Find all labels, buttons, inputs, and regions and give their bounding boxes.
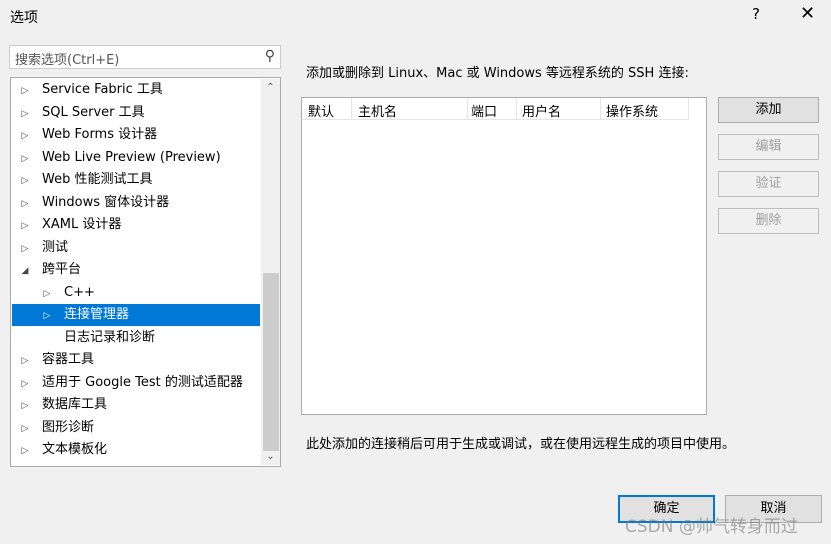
collapsed-arrow-icon[interactable]: ▷ (18, 80, 32, 102)
verify-button[interactable]: 验证 (718, 171, 819, 197)
description-text: 添加或删除到 Linux、Mac 或 Windows 等远程系统的 SSH 连接… (306, 66, 689, 81)
tree-item[interactable]: ▷ Windows 窗体设计器 (12, 192, 260, 214)
collapsed-arrow-icon[interactable]: ▷ (18, 440, 32, 462)
collapsed-arrow-icon[interactable]: ▷ (18, 418, 32, 440)
expanded-arrow-icon[interactable]: ◢ (18, 260, 32, 282)
column-username[interactable]: 用户名 (522, 101, 561, 120)
search-icon[interactable]: ⚲ (265, 48, 275, 64)
tree-item-label: Web Forms 设计器 (42, 127, 158, 142)
search-input[interactable]: 搜索选项(Ctrl+E) ⚲ (9, 45, 281, 69)
tree-item-label: 文本模板化 (42, 442, 108, 457)
tree-item[interactable]: ▷ Web Live Preview (Preview) (12, 147, 260, 169)
tree-item[interactable]: ▷ C++ (12, 282, 260, 304)
column-default[interactable]: 默认 (308, 101, 334, 120)
tree-item[interactable]: 日志记录和诊断 (12, 327, 260, 349)
tree-item-label: Web 性能测试工具 (42, 172, 153, 187)
tree-item[interactable]: ▷ 适用于 Google Test 的测试适配器 (12, 372, 260, 394)
dialog-title: 选项 (10, 10, 38, 26)
tree-item-label: Windows 窗体设计器 (42, 194, 170, 210)
table-header: 默认 主机名 端口 用户名 操作系统 (302, 98, 689, 120)
tree-item[interactable]: ▷ Web Forms 设计器 (12, 124, 260, 146)
column-hostname[interactable]: 主机名 (358, 101, 397, 120)
tree-item[interactable]: ▷ Web 性能测试工具 (12, 169, 260, 191)
tree-item-label: Service Fabric 工具 (42, 82, 163, 97)
tree-scrollbar[interactable]: ⌃ ⌄ (261, 79, 280, 465)
tree-item[interactable]: ▷ 文本模板化 (12, 439, 260, 461)
collapsed-arrow-icon[interactable]: ▷ (40, 283, 54, 305)
collapsed-arrow-icon[interactable]: ▷ (18, 350, 32, 372)
search-placeholder: 搜索选项(Ctrl+E) (15, 53, 120, 68)
collapsed-arrow-icon[interactable]: ▷ (18, 395, 32, 417)
collapsed-arrow-icon[interactable]: ▷ (18, 373, 32, 395)
connections-table[interactable]: 默认 主机名 端口 用户名 操作系统 (301, 97, 707, 415)
footnote-text: 此处添加的连接稍后可用于生成或调试，或在使用远程生成的项目中使用。 (306, 437, 736, 452)
column-os[interactable]: 操作系统 (606, 101, 658, 120)
collapsed-arrow-icon[interactable]: ▷ (18, 170, 32, 192)
tree-item-label: Web Live Preview (Preview) (42, 149, 221, 165)
close-button[interactable]: ✕ (800, 3, 815, 24)
column-port[interactable]: 端口 (471, 101, 497, 120)
watermark: CSDN @帅气转身而过 (625, 517, 798, 537)
tree-item-label: C++ (64, 284, 95, 300)
collapsed-arrow-icon[interactable]: ▷ (40, 305, 54, 327)
scroll-down-icon[interactable]: ⌄ (261, 451, 280, 462)
tree-item-label: 图形诊断 (42, 419, 95, 435)
tree-item-label: 连接管理器 (64, 307, 130, 322)
collapsed-arrow-icon[interactable]: ▷ (18, 125, 32, 147)
tree-item[interactable]: ▷ 连接管理器 (12, 304, 260, 326)
collapsed-arrow-icon[interactable]: ▷ (18, 148, 32, 170)
scrollbar-thumb[interactable] (263, 273, 279, 451)
options-tree: ▷ Service Fabric 工具 ▷ SQL Server 工具 ▷ Web For… (10, 77, 281, 467)
tree-item[interactable]: ▷ 容器工具 (12, 349, 260, 371)
tree-item-label: 数据库工具 (42, 397, 108, 412)
tree-item[interactable]: ◢ 跨平台 (12, 259, 260, 281)
edit-button[interactable]: 编辑 (718, 134, 819, 160)
tree-item-label: 测试 (42, 239, 69, 255)
tree-item-label: 日志记录和诊断 (64, 329, 156, 345)
delete-button[interactable]: 删除 (718, 208, 819, 234)
tree-item[interactable]: ▷ 测试 (12, 237, 260, 259)
tree-item[interactable]: ▷ 图形诊断 (12, 417, 260, 439)
tree-item[interactable]: ▷ XAML 设计器 (12, 214, 260, 236)
tree-item-label: 容器工具 (42, 352, 95, 367)
tree-item[interactable]: ▷ Service Fabric 工具 (12, 79, 260, 101)
tree-item[interactable]: ▷ 数据库工具 (12, 394, 260, 416)
tree-item-label: 适用于 Google Test 的测试适配器 (42, 374, 243, 390)
help-button[interactable]: ? (752, 5, 760, 23)
tree-item-label: SQL Server 工具 (42, 104, 145, 120)
tree-item-label: 跨平台 (42, 262, 82, 277)
tree-item-label: XAML 设计器 (42, 217, 122, 232)
tree-item[interactable]: ▷ SQL Server 工具 (12, 102, 260, 124)
scroll-up-icon[interactable]: ⌃ (261, 82, 280, 93)
add-button[interactable]: 添加 (718, 97, 819, 123)
collapsed-arrow-icon[interactable]: ▷ (18, 238, 32, 260)
collapsed-arrow-icon[interactable]: ▷ (18, 193, 32, 215)
collapsed-arrow-icon[interactable]: ▷ (18, 103, 32, 125)
collapsed-arrow-icon[interactable]: ▷ (18, 215, 32, 237)
